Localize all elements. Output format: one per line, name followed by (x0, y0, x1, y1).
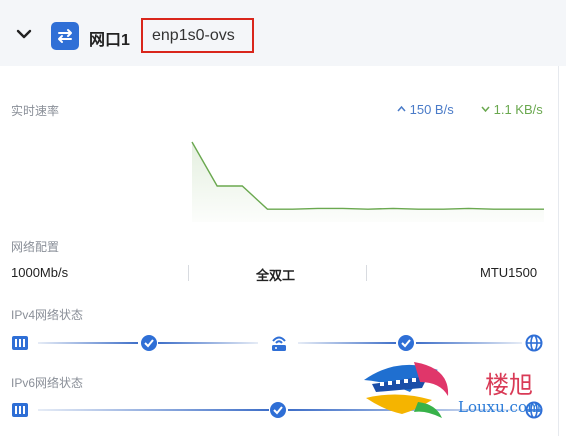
ipv6-link-line (38, 409, 269, 411)
server-icon (12, 336, 28, 350)
globe-icon (525, 334, 543, 352)
port-swap-icon (51, 22, 79, 50)
check-circle-icon (398, 335, 414, 351)
watermark-logo (364, 362, 449, 418)
check-circle-icon (270, 402, 286, 418)
arrow-up-icon (397, 105, 406, 112)
watermark-text: 楼旭 (485, 371, 533, 399)
interface-name: enp1s0-ovs (152, 27, 235, 44)
port-header: 网口1 enp1s0-ovs (0, 0, 566, 66)
router-icon (272, 336, 286, 351)
ipv4-link-line (298, 342, 396, 344)
mtu-value: MTU1500 (480, 265, 538, 280)
divider (188, 265, 189, 281)
chart-area-fill (192, 142, 544, 222)
port-label: 网口1 (89, 32, 130, 49)
server-icon (12, 403, 28, 417)
network-config-label: 网络配置 (11, 240, 60, 254)
realtime-rate-label: 实时速率 (11, 104, 60, 118)
realtime-rate-chart (191, 141, 544, 222)
port-detail-panel (0, 66, 559, 436)
upload-rate-value: 150 B/s (409, 102, 454, 117)
chevron-down-icon[interactable] (14, 24, 34, 44)
arrow-down-icon (481, 106, 490, 113)
upload-rate: 150 B/s (397, 102, 454, 117)
ipv6-status-label: IPv6网络状态 (11, 376, 84, 390)
ipv4-link-line (158, 342, 258, 344)
ipv4-status-label: IPv4网络状态 (11, 308, 84, 322)
download-rate-value: 1.1 KB/s (493, 102, 543, 117)
link-speed: 1000Mb/s (11, 265, 69, 280)
divider (366, 265, 367, 281)
download-rate: 1.1 KB/s (481, 102, 543, 117)
ipv4-link-line (38, 342, 138, 344)
duplex-mode: 全双工 (256, 268, 296, 283)
check-circle-icon (141, 335, 157, 351)
watermark-url: Louxu.com (458, 398, 542, 416)
ipv4-link-line (416, 342, 522, 344)
